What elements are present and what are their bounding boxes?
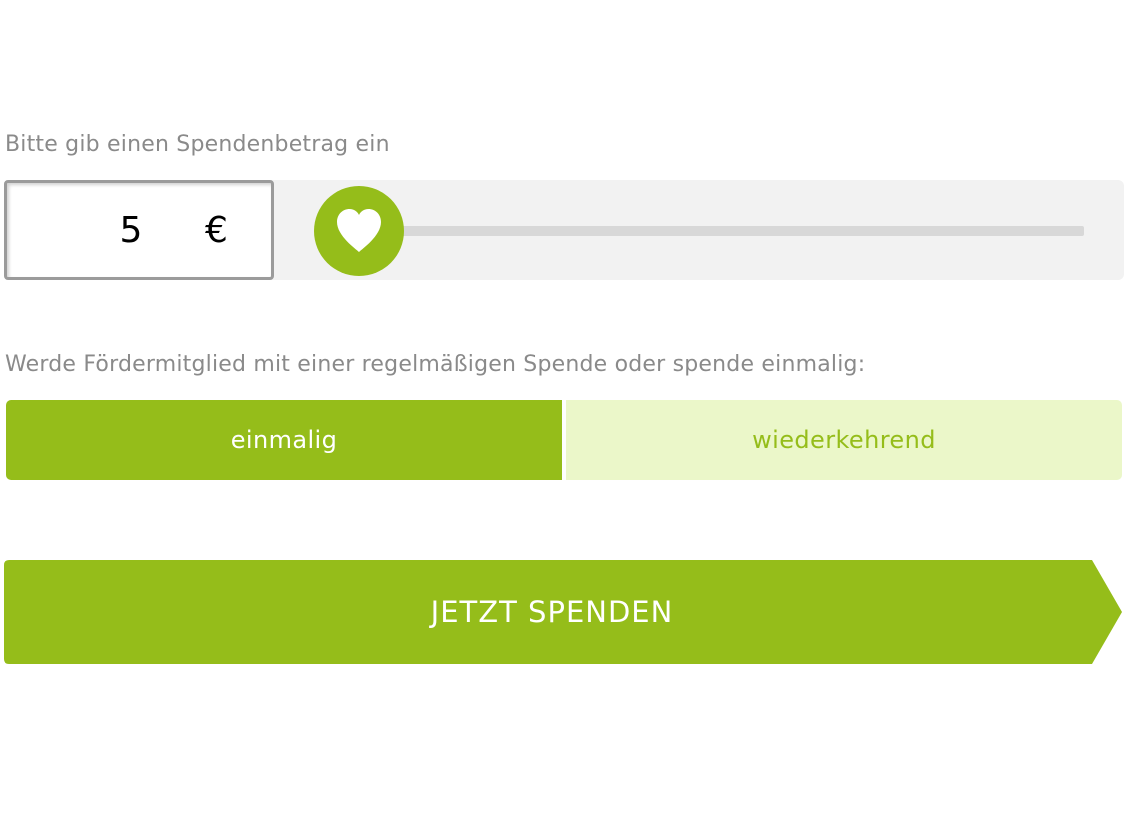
donation-slider-panel: 5 € (4, 180, 1124, 280)
amount-slider-thumb[interactable] (314, 186, 404, 276)
interval-label: Werde Fördermitglied mit einer regelmäßi… (5, 352, 866, 377)
amount-label: Bitte gib einen Spendenbetrag ein (5, 132, 390, 157)
currency-symbol: € (205, 210, 228, 251)
toggle-wiederkehrend[interactable]: wiederkehrend (566, 400, 1122, 480)
interval-toggle-group: einmalig wiederkehrend (6, 400, 1122, 480)
amount-input[interactable]: 5 € (4, 180, 274, 280)
heart-icon (337, 209, 381, 252)
donate-now-button[interactable]: JETZT SPENDEN (4, 560, 1122, 664)
donate-button-label: JETZT SPENDEN (430, 595, 674, 629)
toggle-einmalig[interactable]: einmalig (6, 400, 562, 480)
amount-slider-track[interactable] (334, 226, 1084, 236)
amount-value[interactable]: 5 (111, 210, 151, 251)
